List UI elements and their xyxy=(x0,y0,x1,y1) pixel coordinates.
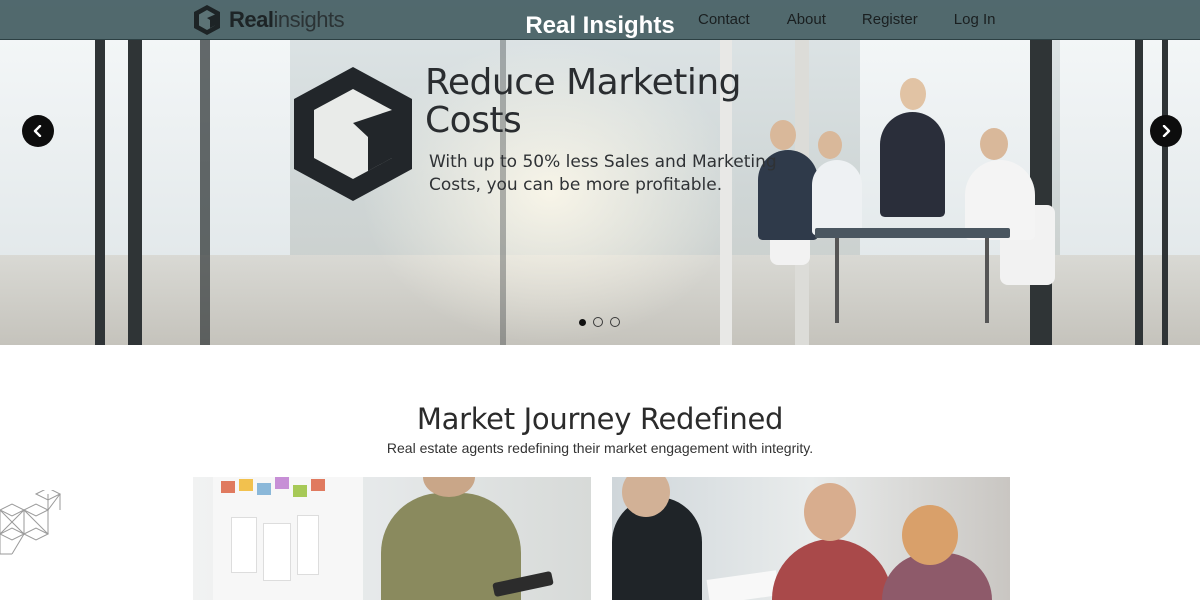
meeting-table xyxy=(815,228,1010,238)
carousel-dot-2[interactable] xyxy=(593,317,603,327)
person-head xyxy=(902,505,958,565)
person-head xyxy=(900,78,926,110)
person xyxy=(880,112,945,217)
chart-paper xyxy=(231,517,257,573)
feature-card-image-left xyxy=(193,477,591,600)
brand-bold-text: Real xyxy=(229,7,274,32)
table-leg xyxy=(835,238,839,323)
person-plaid-shirt xyxy=(772,539,892,600)
paper-document xyxy=(706,570,780,600)
person-head xyxy=(804,483,856,541)
carousel-prev-button[interactable] xyxy=(22,115,54,147)
geometric-pattern-icon xyxy=(0,490,62,555)
chevron-left-icon xyxy=(33,125,42,137)
nav-login-link[interactable]: Log In xyxy=(954,11,996,28)
section-subtitle: Real estate agents redefining their mark… xyxy=(386,440,814,456)
chart-paper xyxy=(297,515,319,575)
site-title: Real Insights xyxy=(525,12,675,39)
sticky-note xyxy=(239,479,253,491)
brand-wordmark: Realinsights xyxy=(229,7,345,33)
brand-logo-link[interactable]: Realinsights xyxy=(193,3,345,37)
nav-about-link[interactable]: About xyxy=(787,11,826,28)
sticky-note xyxy=(257,483,271,495)
real-insights-logo-icon xyxy=(194,5,220,35)
carousel-next-button[interactable] xyxy=(1150,115,1182,147)
hero-title: Reduce Marketing Costs xyxy=(425,62,742,141)
nav-links: Contact About Register Log In xyxy=(698,11,995,28)
top-navbar: Realinsights Real Insights Contact About… xyxy=(0,0,1200,40)
window-pane xyxy=(1060,40,1200,270)
window-pane xyxy=(0,40,95,270)
window-frame xyxy=(200,40,210,345)
window-pane xyxy=(210,40,290,270)
section-title: Market Journey Redefined xyxy=(416,402,784,436)
window-frame xyxy=(128,40,142,345)
chevron-right-icon xyxy=(1162,125,1171,137)
carousel-dot-3[interactable] xyxy=(610,317,620,327)
table-leg xyxy=(985,238,989,323)
carousel-indicators xyxy=(579,317,620,327)
real-insights-logo-icon xyxy=(294,67,412,201)
window-frame xyxy=(1162,40,1168,345)
hero-subtitle: With up to 50% less Sales and Marketing … xyxy=(429,152,777,195)
person-head xyxy=(980,128,1008,160)
person-head xyxy=(818,131,842,159)
window-pane xyxy=(105,40,200,270)
sticky-note xyxy=(311,479,325,491)
hero-carousel: Reduce Marketing Costs With up to 50% le… xyxy=(0,0,1200,345)
sticky-note xyxy=(275,477,289,489)
nav-contact-link[interactable]: Contact xyxy=(698,11,750,28)
carousel-dot-1[interactable] xyxy=(579,318,586,326)
feature-card-image-right xyxy=(612,477,1010,600)
person xyxy=(812,160,862,235)
brand-light-text: insights xyxy=(273,7,345,32)
window-frame xyxy=(1135,40,1143,345)
window-frame xyxy=(95,40,105,345)
sticky-note xyxy=(293,485,307,497)
nav-register-link[interactable]: Register xyxy=(862,11,918,28)
sticky-note xyxy=(221,481,235,493)
chart-paper xyxy=(263,523,291,581)
